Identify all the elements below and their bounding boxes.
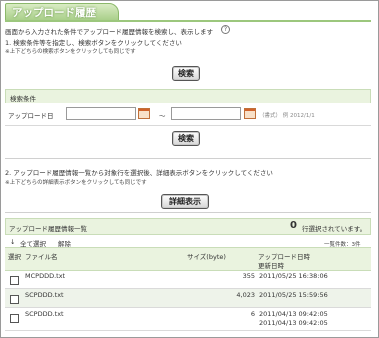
list-header-label: アップロード履歴情報一覧 [9,225,87,233]
intro-text: 画面から入力された条件でアップロード履歴情報を検索し、表示します [5,28,213,36]
step1-note: ※上下どちらの検索ボタンをクリックしても同じです [5,49,136,55]
column-updated-datetime: 更新日時 [258,262,284,270]
step2-text: 2. アップロード履歴情報一覧から対象行を選択後、詳細表示ボタンをクリックしてく… [5,169,273,177]
date-from-input[interactable] [66,107,136,120]
cell-size: 4,023 [236,291,255,299]
list-header: アップロード履歴情報一覧 0 行選択されています。 [5,218,371,235]
conditions-header-label: 検索条件 [10,95,36,103]
cell-updated-datetime: 2011/04/13 09:42:05 [259,319,328,327]
cell-size: 355 [242,272,255,280]
table-header: 選択 ファイル名 サイズ(byte) アップロード日時 更新日時 [5,247,371,271]
step2-note: ※上下どちらの詳細表示ボタンをクリックしても同じです [5,180,147,186]
table-row[interactable]: MCPDDD.txt 355 2011/05/25 16:38:06 [5,270,371,289]
cell-filename: MCPDDD.txt [25,272,66,280]
row-checkbox[interactable] [10,295,19,304]
search-button-bottom[interactable]: 検索 [172,131,200,146]
date-to-input[interactable] [171,107,241,120]
page-title: アップロード履歴 [12,7,96,19]
cell-upload-datetime: 2011/05/25 16:38:06 [259,272,328,280]
divider [5,158,371,159]
column-select: 選択 [8,253,21,261]
arrow-down-icon: ↓ [10,238,16,246]
date-format-example: （書式） 例 2012/1/1 [259,113,315,119]
detail-button[interactable]: 詳細表示 [161,194,209,209]
divider [5,212,371,213]
calendar-icon-to[interactable] [244,108,256,119]
table-row[interactable]: SCPDDD.txt 4,023 2011/05/25 15:59:56 [5,289,371,308]
cell-upload-datetime: 2011/04/13 09:42:05 [259,310,328,318]
selected-count-suffix: 行選択されています。 [302,225,367,233]
row-checkbox[interactable] [10,314,19,323]
upload-date-label: アップロード日 [8,112,54,120]
row-checkbox[interactable] [10,276,19,285]
cell-size: 6 [250,310,255,318]
calendar-icon-from[interactable] [138,108,150,119]
page-title-tab: アップロード履歴 [5,3,119,21]
search-button-top[interactable]: 検索 [172,66,200,81]
conditions-header: 検索条件 [5,89,371,104]
column-filename: ファイル名 [25,253,58,261]
cell-filename: SCPDDD.txt [25,291,64,299]
column-size: サイズ(byte) [187,253,226,261]
date-range-separator: ～ [159,112,166,120]
selected-count: 0 [290,220,297,231]
step1-text: 1. 検索条件等を指定し、検索ボタンをクリックしてください [5,39,182,47]
table-row[interactable]: SCPDDD.txt 6 2011/04/13 09:42:05 2011/04… [5,308,371,331]
cell-filename: SCPDDD.txt [25,310,64,318]
cell-upload-datetime: 2011/05/25 15:59:56 [259,291,328,299]
help-icon[interactable]: ? [221,25,230,34]
title-underline [5,20,371,22]
